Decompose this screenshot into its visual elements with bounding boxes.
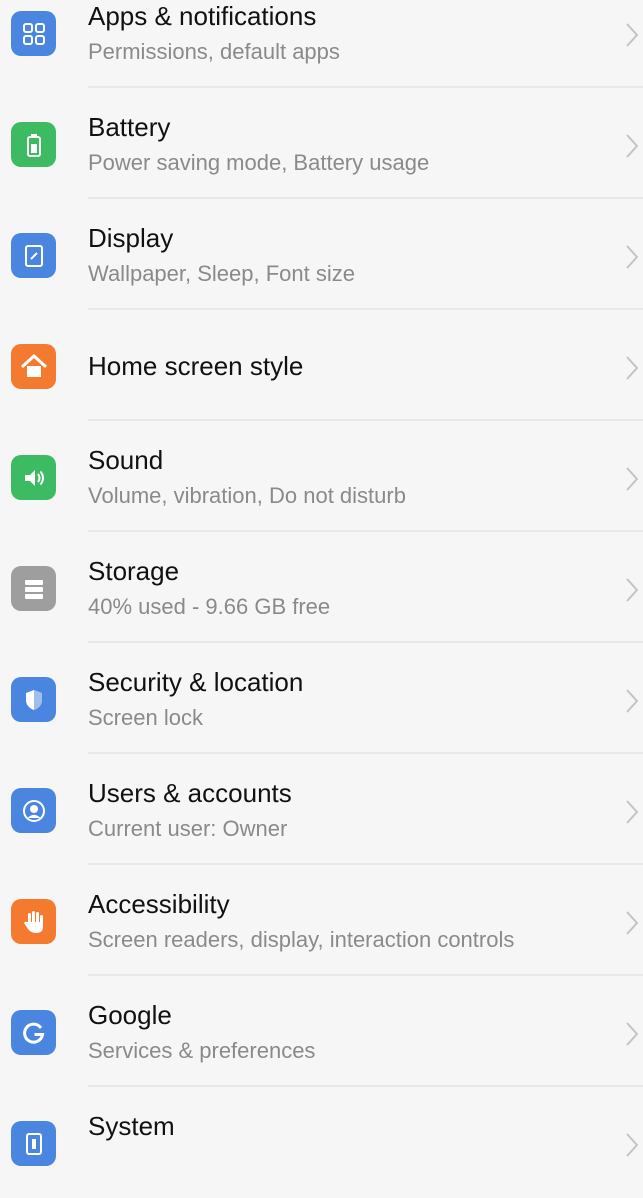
setting-display[interactable]: Display Wallpaper, Sleep, Font size — [0, 199, 643, 310]
speaker-icon — [11, 455, 56, 500]
chevron-right-icon — [626, 578, 639, 602]
setting-subtitle: Services & preferences — [88, 1038, 316, 1063]
setting-subtitle: Wallpaper, Sleep, Font size — [88, 261, 355, 286]
chevron-right-icon — [626, 23, 639, 47]
setting-title: Display — [88, 223, 174, 253]
setting-battery[interactable]: Battery Power saving mode, Battery usage — [0, 88, 643, 199]
setting-title: System — [88, 1111, 175, 1141]
chevron-right-icon — [626, 134, 639, 158]
setting-text: Accessibility Screen readers, display, i… — [88, 889, 603, 953]
setting-system[interactable]: System — [0, 1087, 643, 1198]
setting-text: Home screen style — [88, 351, 603, 381]
battery-icon — [11, 122, 56, 167]
chevron-right-icon — [626, 1133, 639, 1157]
setting-title: Battery — [88, 112, 171, 142]
setting-text: Display Wallpaper, Sleep, Font size — [88, 223, 603, 287]
setting-title: Google — [88, 1000, 172, 1030]
chevron-right-icon — [626, 356, 639, 380]
google-icon — [11, 1010, 56, 1055]
setting-text: Apps & notifications Permissions, defaul… — [88, 1, 603, 65]
setting-title: Apps & notifications — [88, 1, 317, 31]
setting-title: Sound — [88, 445, 164, 475]
setting-subtitle: Screen lock — [88, 705, 203, 730]
home-icon — [11, 344, 56, 389]
setting-text: Sound Volume, vibration, Do not disturb — [88, 445, 603, 509]
setting-users-accounts[interactable]: Users & accounts Current user: Owner — [0, 754, 643, 865]
storage-icon — [11, 566, 56, 611]
chevron-right-icon — [626, 245, 639, 269]
setting-sound[interactable]: Sound Volume, vibration, Do not disturb — [0, 421, 643, 532]
chevron-right-icon — [626, 800, 639, 824]
setting-home-screen-style[interactable]: Home screen style — [0, 310, 643, 421]
setting-subtitle: Volume, vibration, Do not disturb — [88, 483, 406, 508]
hand-icon — [11, 899, 56, 944]
settings-list: Apps & notifications Permissions, defaul… — [0, 0, 643, 1198]
setting-google[interactable]: Google Services & preferences — [0, 976, 643, 1087]
setting-subtitle: Permissions, default apps — [88, 39, 340, 64]
apps-grid-icon — [11, 11, 56, 56]
setting-accessibility[interactable]: Accessibility Screen readers, display, i… — [0, 865, 643, 976]
setting-text: Google Services & preferences — [88, 1000, 603, 1064]
setting-subtitle: Current user: Owner — [88, 816, 288, 841]
setting-title: Accessibility — [88, 889, 230, 919]
setting-security-location[interactable]: Security & location Screen lock — [0, 643, 643, 754]
setting-subtitle: 40% used - 9.66 GB free — [88, 594, 331, 619]
setting-subtitle: Screen readers, display, interaction con… — [88, 927, 515, 952]
setting-title: Home screen style — [88, 351, 304, 381]
chevron-right-icon — [626, 1022, 639, 1046]
setting-title: Security & location — [88, 667, 304, 697]
setting-text: Battery Power saving mode, Battery usage — [88, 112, 603, 176]
user-icon — [11, 788, 56, 833]
chevron-right-icon — [626, 689, 639, 713]
shield-icon — [11, 677, 56, 722]
display-icon — [11, 233, 56, 278]
setting-text: System — [88, 1111, 603, 1141]
setting-apps-notifications[interactable]: Apps & notifications Permissions, defaul… — [0, 0, 643, 88]
chevron-right-icon — [626, 467, 639, 491]
setting-text: Storage 40% used - 9.66 GB free — [88, 556, 603, 620]
setting-title: Storage — [88, 556, 180, 586]
setting-text: Security & location Screen lock — [88, 667, 603, 731]
setting-title: Users & accounts — [88, 778, 292, 808]
chevron-right-icon — [626, 911, 639, 935]
setting-text: Users & accounts Current user: Owner — [88, 778, 603, 842]
setting-storage[interactable]: Storage 40% used - 9.66 GB free — [0, 532, 643, 643]
setting-subtitle: Power saving mode, Battery usage — [88, 150, 430, 175]
